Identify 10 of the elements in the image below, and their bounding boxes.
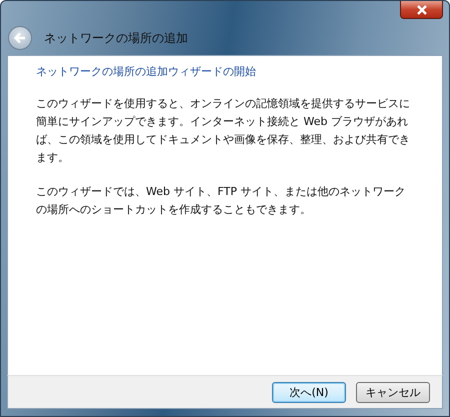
back-button[interactable] — [8, 26, 32, 50]
window-title: ネットワークの場所の追加 — [44, 30, 188, 46]
dialog-button[interactable]: 次へ(N) — [272, 382, 346, 402]
description-text: このウィザードを使用すると、オンラインの記憶領域を提供するサービスに簡単にサインアップできます。インターネット接続と Web ブラウザがあれば、この領域を使用してドキュメントや画像を保存、整理、および共有できます。 — [36, 96, 411, 166]
close-button[interactable] — [400, 1, 443, 19]
close-icon — [414, 4, 428, 14]
back-arrow-icon — [13, 32, 27, 44]
wizard-heading: ネットワークの場所の追加ウィザードの開始 — [36, 64, 257, 79]
description-text: このウィザードでは、Web サイト、FTP サイト、または他のネットワークの場所へのショートカットを作成することもできます。 — [36, 184, 406, 218]
dialog-button[interactable]: キャンセル — [356, 382, 430, 402]
